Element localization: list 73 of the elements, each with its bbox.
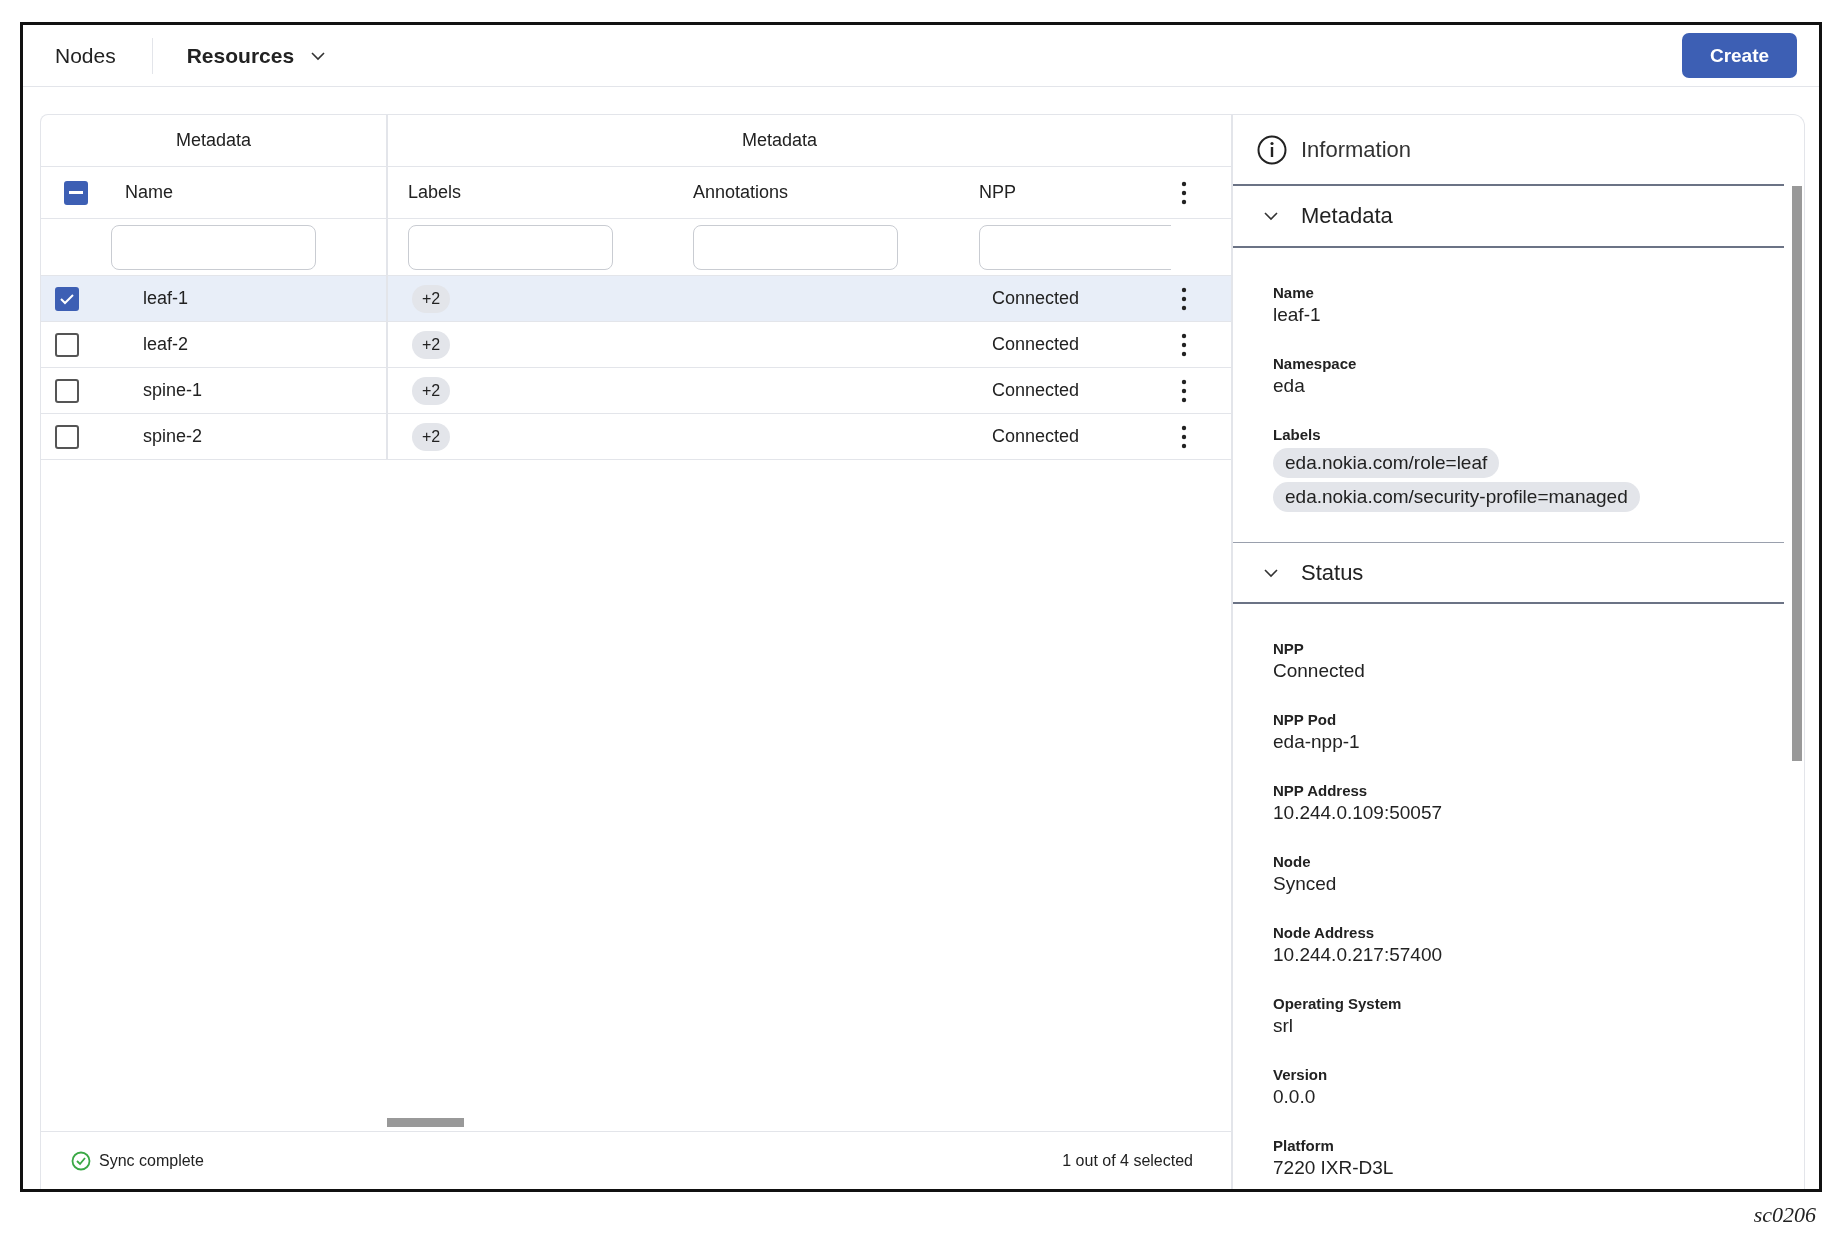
column-header[interactable]: Name <box>125 182 173 203</box>
info-icon <box>1257 134 1287 165</box>
field-label: NPP Address <box>1273 781 1368 800</box>
row-actions-icon[interactable] <box>1181 378 1187 403</box>
node-name: spine-1 <box>143 380 203 401</box>
section-header[interactable]: Metadata <box>1233 186 1784 248</box>
label-tag: eda.nokia.com/role=leaf <box>1273 448 1500 478</box>
npp-status: Connected <box>992 380 1080 401</box>
selection-count: 1 out of 4 selected <box>1062 1151 1193 1170</box>
field-label: Node <box>1273 852 1311 871</box>
column-header[interactable]: Labels <box>408 182 462 203</box>
chevron-icon <box>1263 567 1279 578</box>
field-value: 10.244.0.109:50057 <box>1273 801 1443 825</box>
panel-title: Information <box>1301 136 1412 163</box>
column-header[interactable]: NPP <box>979 182 1016 203</box>
node-name: leaf-2 <box>143 334 189 355</box>
filter-input[interactable] <box>979 224 1171 270</box>
npp-status: Connected <box>992 426 1080 447</box>
column-group-header: Metadata <box>388 115 1171 167</box>
npp-status: Connected <box>992 334 1080 355</box>
row-checkbox[interactable] <box>55 378 79 403</box>
labels-count-badge[interactable]: +2 <box>412 422 451 451</box>
field-value: 7220 IXR-D3L <box>1273 1156 1394 1180</box>
labels-count-badge[interactable]: +2 <box>412 284 451 313</box>
row-checkbox[interactable] <box>55 332 79 357</box>
more-options-icon[interactable] <box>1181 180 1187 205</box>
column-header[interactable]: Annotations <box>693 182 789 203</box>
labels-count-badge[interactable]: +2 <box>412 376 451 405</box>
field-label: NPP Pod <box>1273 710 1337 729</box>
field-label: Platform <box>1273 1136 1334 1155</box>
row-actions-icon[interactable] <box>1181 424 1187 449</box>
field-label: Namespace <box>1273 354 1357 373</box>
chevron-down-icon <box>310 50 327 61</box>
nav-tab[interactable]: Resources <box>186 37 343 74</box>
filter-input[interactable] <box>693 224 898 270</box>
scrollbar-thumb[interactable] <box>1792 186 1802 761</box>
node-name: leaf-1 <box>143 288 189 309</box>
labels-count-badge[interactable]: +2 <box>412 330 451 359</box>
chevron-icon <box>1263 211 1279 221</box>
field-label: Operating System <box>1273 994 1402 1013</box>
field-value: srl <box>1273 1014 1294 1038</box>
column-group-header: Metadata <box>41 115 388 167</box>
row-checkbox[interactable] <box>55 286 79 311</box>
row-actions-icon[interactable] <box>1181 286 1187 311</box>
label-tag: eda.nokia.com/security-profile=managed <box>1273 482 1640 512</box>
row-actions-icon[interactable] <box>1181 332 1187 357</box>
filter-input[interactable] <box>111 224 316 270</box>
figure-label: sc0206 <box>1753 1202 1816 1227</box>
nav-tab[interactable]: Nodes <box>55 37 132 74</box>
sync-status: Sync complete <box>99 1151 204 1170</box>
field-value: eda <box>1273 374 1305 398</box>
select-all-checkbox[interactable] <box>64 180 88 205</box>
scrollbar-thumb[interactable] <box>387 1118 464 1127</box>
field-value: 0.0.0 <box>1273 1085 1316 1109</box>
field-value: Synced <box>1273 872 1337 896</box>
check-circle-icon <box>71 1150 91 1171</box>
minus-icon <box>69 191 83 194</box>
npp-status: Connected <box>992 288 1080 309</box>
create-button[interactable]: Create <box>1682 33 1797 78</box>
row-checkbox[interactable] <box>55 424 79 449</box>
checkmark-icon <box>59 292 75 305</box>
field-label: Node Address <box>1273 923 1375 942</box>
field-label: Name <box>1273 283 1314 302</box>
field-value: 10.244.0.217:57400 <box>1273 943 1443 967</box>
field-label: Version <box>1273 1065 1328 1084</box>
filter-input[interactable] <box>408 224 613 270</box>
field-value: leaf-1 <box>1273 303 1321 327</box>
field-value: Connected <box>1273 659 1365 683</box>
section-header[interactable]: Status <box>1233 542 1784 604</box>
node-name: spine-2 <box>143 426 203 447</box>
field-value: eda-npp-1 <box>1273 730 1360 754</box>
field-label: NPP <box>1273 639 1304 658</box>
field-label: Labels <box>1273 425 1321 444</box>
